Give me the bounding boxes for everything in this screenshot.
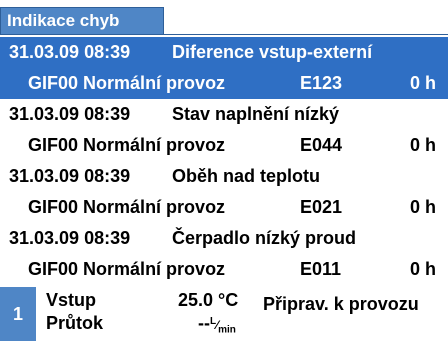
error-entry-header[interactable]: 31.03.09 08:39 Diference vstup-externí — [0, 37, 448, 68]
error-entry-header[interactable]: 31.03.09 08:39 Čerpadlo nízký proud — [0, 223, 448, 254]
error-entry-details[interactable]: GIF00 Normální provoz E044 0 h — [0, 130, 448, 161]
entry-device: GIF00 Normální provoz — [28, 135, 226, 155]
error-indication-screen: Indikace chyb 31.03.09 08:39 Diference v… — [0, 0, 448, 341]
flow-value: --L⁄min — [198, 313, 236, 336]
entry-message: Diference vstup-externí — [172, 42, 373, 62]
error-entry-header[interactable]: 31.03.09 08:39 Oběh nad teplotu — [0, 161, 448, 192]
error-entry-details[interactable]: GIF00 Normální provoz E011 0 h — [0, 254, 448, 285]
entry-code: E021 — [300, 197, 343, 217]
entry-message: Čerpadlo nízký proud — [172, 228, 357, 248]
entry-datetime: 31.03.09 08:39 — [9, 228, 131, 248]
entry-device: GIF00 Normální provoz — [28, 197, 226, 217]
status-bar: 1 Vstup 25.0 °C Průtok --L⁄min Připrav. … — [0, 287, 448, 341]
entry-code: E123 — [300, 73, 343, 93]
entry-datetime: 31.03.09 08:39 — [9, 42, 131, 62]
entry-device: GIF00 Normální provoz — [28, 259, 226, 279]
error-entry-header[interactable]: 31.03.09 08:39 Stav naplnění nízký — [0, 99, 448, 130]
entry-duration: 0 h — [409, 197, 436, 217]
entry-datetime: 31.03.09 08:39 — [9, 166, 131, 186]
error-entry-details[interactable]: GIF00 Normální provoz E123 0 h — [0, 68, 448, 99]
entry-device: GIF00 Normální provoz — [28, 73, 226, 93]
error-entry-details[interactable]: GIF00 Normální provoz E021 0 h — [0, 192, 448, 223]
channel-number: 1 — [0, 287, 36, 341]
screen-title: Indikace chyb — [0, 7, 164, 34]
entry-message: Stav naplnění nízký — [172, 104, 340, 124]
entry-message: Oběh nad teplotu — [172, 166, 320, 186]
entry-datetime: 31.03.09 08:39 — [9, 104, 131, 124]
input-label: Vstup — [46, 290, 97, 310]
entry-duration: 0 h — [409, 135, 436, 155]
operating-state: Připrav. k provozu — [263, 294, 419, 314]
entry-code: E011 — [300, 259, 342, 279]
entry-duration: 0 h — [409, 259, 436, 279]
flow-label: Průtok — [46, 313, 104, 333]
input-value: 25.0 °C — [178, 290, 239, 310]
title-bar: Indikace chyb — [0, 0, 448, 34]
entry-code: E044 — [300, 135, 343, 155]
error-list: 31.03.09 08:39 Diference vstup-externí G… — [0, 34, 448, 286]
entry-duration: 0 h — [409, 73, 436, 93]
flow-unit: L⁄min — [210, 316, 236, 336]
